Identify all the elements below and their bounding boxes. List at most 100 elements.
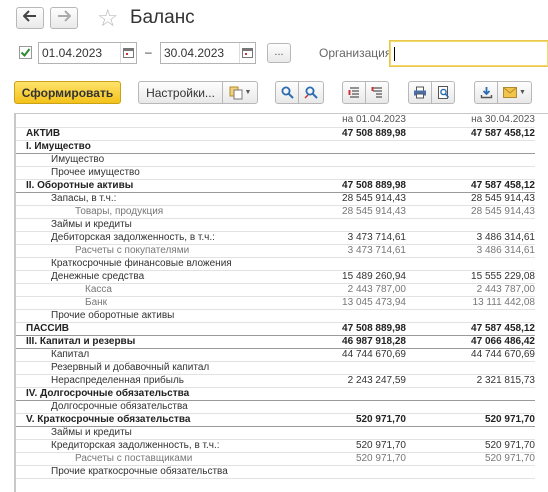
row-name-cell[interactable]: I. Имущество xyxy=(23,139,313,154)
row-name-cell[interactable]: V. Краткосрочные обязательства xyxy=(23,412,313,427)
row-value-date2[interactable]: 47 587 458,12 xyxy=(409,127,535,141)
row-name-cell[interactable]: Расчеты с поставщиками xyxy=(23,452,313,466)
calendar-icon[interactable] xyxy=(120,43,136,63)
table-row[interactable]: Кредиторская задолженность, в т.ч.: 520 9… xyxy=(15,439,535,453)
row-value-date2[interactable] xyxy=(409,153,535,167)
row-value-date1[interactable]: 46 987 918,28 xyxy=(313,334,409,349)
table-row[interactable]: Краткосрочные финансовые вложения xyxy=(15,257,535,271)
table-row[interactable]: III. Капитал и резервы 46 987 918,28 47 06… xyxy=(15,334,535,349)
row-name-cell[interactable]: Прочие оборотные активы xyxy=(23,309,313,323)
table-row[interactable]: АКТИВ 47 508 889,98 47 587 458,12 xyxy=(15,127,535,141)
row-value-date2[interactable]: 520 971,70 xyxy=(409,439,535,453)
row-value-date2[interactable]: 2 321 815,73 xyxy=(409,374,535,388)
row-name-cell[interactable]: Займы и кредиты xyxy=(23,218,313,232)
row-name-cell[interactable]: Запасы, в т.ч.: xyxy=(23,192,313,206)
table-row[interactable]: Капитал 44 744 670,69 44 744 670,69 xyxy=(15,348,535,362)
table-row[interactable]: Запасы, в т.ч.: 28 545 914,43 28 545 914,4… xyxy=(15,192,535,206)
table-row[interactable]: Расчеты с поставщиками 520 971,70 520 971,… xyxy=(15,452,535,466)
row-value-date1[interactable]: 520 971,70 xyxy=(313,452,409,466)
table-row[interactable]: Касса 2 443 787,00 2 443 787,00 xyxy=(15,283,535,297)
row-name-cell[interactable]: Краткосрочные финансовые вложения xyxy=(23,257,313,271)
row-name-cell[interactable]: Капитал xyxy=(23,348,313,362)
row-name-cell[interactable]: Товары, продукция xyxy=(23,205,313,219)
row-value-date2[interactable]: 520 971,70 xyxy=(409,452,535,466)
row-value-date2[interactable] xyxy=(409,218,535,232)
row-value-date2[interactable] xyxy=(409,309,535,323)
row-value-date1[interactable]: 2 243 247,59 xyxy=(313,374,409,388)
row-value-date1[interactable] xyxy=(313,426,409,440)
send-email-button[interactable]: ▼ xyxy=(497,81,532,104)
row-value-date2[interactable] xyxy=(409,139,535,154)
row-value-date1[interactable] xyxy=(313,465,409,479)
row-name-cell[interactable]: ПАССИВ xyxy=(23,321,313,336)
expand-groups-button[interactable] xyxy=(342,81,366,104)
row-value-date1[interactable]: 47 508 889,98 xyxy=(313,178,409,193)
variants-menu-button[interactable]: ▼ xyxy=(222,81,258,104)
table-row[interactable]: I. Имущество xyxy=(15,139,535,154)
row-name-cell[interactable]: Касса xyxy=(23,283,313,297)
row-value-date2[interactable] xyxy=(409,400,535,414)
table-row[interactable]: Нераспределенная прибыль 2 243 247,59 2 32… xyxy=(15,374,535,388)
row-value-date1[interactable]: 28 545 914,43 xyxy=(313,205,409,219)
table-row[interactable]: ПАССИВ 47 508 889,98 47 587 458,12 xyxy=(15,321,535,336)
row-value-date2[interactable] xyxy=(409,465,535,479)
row-value-date2[interactable]: 13 111 442,08 xyxy=(409,296,535,310)
row-value-date2[interactable]: 3 486 314,61 xyxy=(409,244,535,258)
table-row[interactable]: Дебиторская задолженность, в т.ч.: 3 473 … xyxy=(15,231,535,245)
row-name-cell[interactable]: Долгосрочные обязательства xyxy=(23,400,313,414)
table-row[interactable]: Долгосрочные обязательства xyxy=(15,400,535,414)
row-value-date2[interactable] xyxy=(409,166,535,180)
calendar-icon[interactable] xyxy=(239,43,255,63)
row-name-cell[interactable]: Прочее имущество xyxy=(23,166,313,180)
row-value-date1[interactable] xyxy=(313,139,409,154)
row-value-date2[interactable]: 520 971,70 xyxy=(409,412,535,427)
table-row[interactable]: II. Оборотные активы 47 508 889,98 47 587 … xyxy=(15,178,535,193)
choose-period-button[interactable]: ... xyxy=(267,43,291,63)
row-value-date1[interactable] xyxy=(313,400,409,414)
row-name-cell[interactable]: Банк xyxy=(23,296,313,310)
row-value-date1[interactable]: 28 545 914,43 xyxy=(313,192,409,206)
row-name-cell[interactable]: Имущество xyxy=(23,153,313,167)
row-value-date1[interactable] xyxy=(313,386,409,401)
row-value-date2[interactable]: 28 545 914,43 xyxy=(409,192,535,206)
print-button[interactable] xyxy=(408,81,432,104)
row-name-cell[interactable]: III. Капитал и резервы xyxy=(23,334,313,349)
row-value-date1[interactable]: 47 508 889,98 xyxy=(313,127,409,141)
row-value-date1[interactable] xyxy=(313,309,409,323)
row-name-cell[interactable]: Резервный и добавочный капитал xyxy=(23,361,313,375)
date-from-field[interactable]: 01.04.2023 xyxy=(38,42,137,64)
row-value-date1[interactable] xyxy=(313,166,409,180)
row-name-cell[interactable]: Займы и кредиты xyxy=(23,426,313,440)
row-value-date1[interactable]: 520 971,70 xyxy=(313,439,409,453)
row-value-date2[interactable]: 2 443 787,00 xyxy=(409,283,535,297)
cancel-search-button[interactable] xyxy=(298,81,324,104)
row-name-cell[interactable]: II. Оборотные активы xyxy=(23,178,313,193)
find-button[interactable] xyxy=(275,81,299,104)
report-spreadsheet[interactable]: на 01.04.2023 на 30.04.2023 АКТИВ 47 508 … xyxy=(14,113,548,492)
row-name-cell[interactable]: Расчеты с покупателями xyxy=(23,244,313,258)
table-row[interactable]: Резервный и добавочный капитал xyxy=(15,361,535,375)
row-value-date1[interactable]: 15 489 260,94 xyxy=(313,270,409,284)
row-value-date1[interactable]: 520 971,70 xyxy=(313,412,409,427)
row-name-cell[interactable]: Прочие краткосрочные обязательства xyxy=(23,465,313,479)
row-value-date2[interactable]: 44 744 670,69 xyxy=(409,348,535,362)
back-button[interactable] xyxy=(16,7,44,29)
row-name-cell[interactable]: IV. Долгосрочные обязательства xyxy=(23,386,313,401)
preview-button[interactable] xyxy=(431,81,455,104)
row-name-cell[interactable]: АКТИВ xyxy=(23,127,313,141)
organization-input[interactable] xyxy=(389,40,548,67)
row-value-date2[interactable] xyxy=(409,361,535,375)
forward-button[interactable] xyxy=(50,7,78,29)
save-button[interactable] xyxy=(474,81,498,104)
row-name-cell[interactable]: Нераспределенная прибыль xyxy=(23,374,313,388)
table-row[interactable]: V. Краткосрочные обязательства 520 971,70… xyxy=(15,412,535,427)
row-value-date1[interactable]: 3 473 714,61 xyxy=(313,244,409,258)
row-name-cell[interactable]: Кредиторская задолженность, в т.ч.: xyxy=(23,439,313,453)
row-value-date1[interactable]: 47 508 889,98 xyxy=(313,321,409,336)
row-value-date2[interactable]: 28 545 914,43 xyxy=(409,205,535,219)
date-to-field[interactable]: 30.04.2023 xyxy=(160,42,256,64)
period-checkbox[interactable] xyxy=(19,46,32,59)
row-name-cell[interactable]: Денежные средства xyxy=(23,270,313,284)
row-value-date1[interactable] xyxy=(313,218,409,232)
table-row[interactable]: Имущество xyxy=(15,153,535,167)
